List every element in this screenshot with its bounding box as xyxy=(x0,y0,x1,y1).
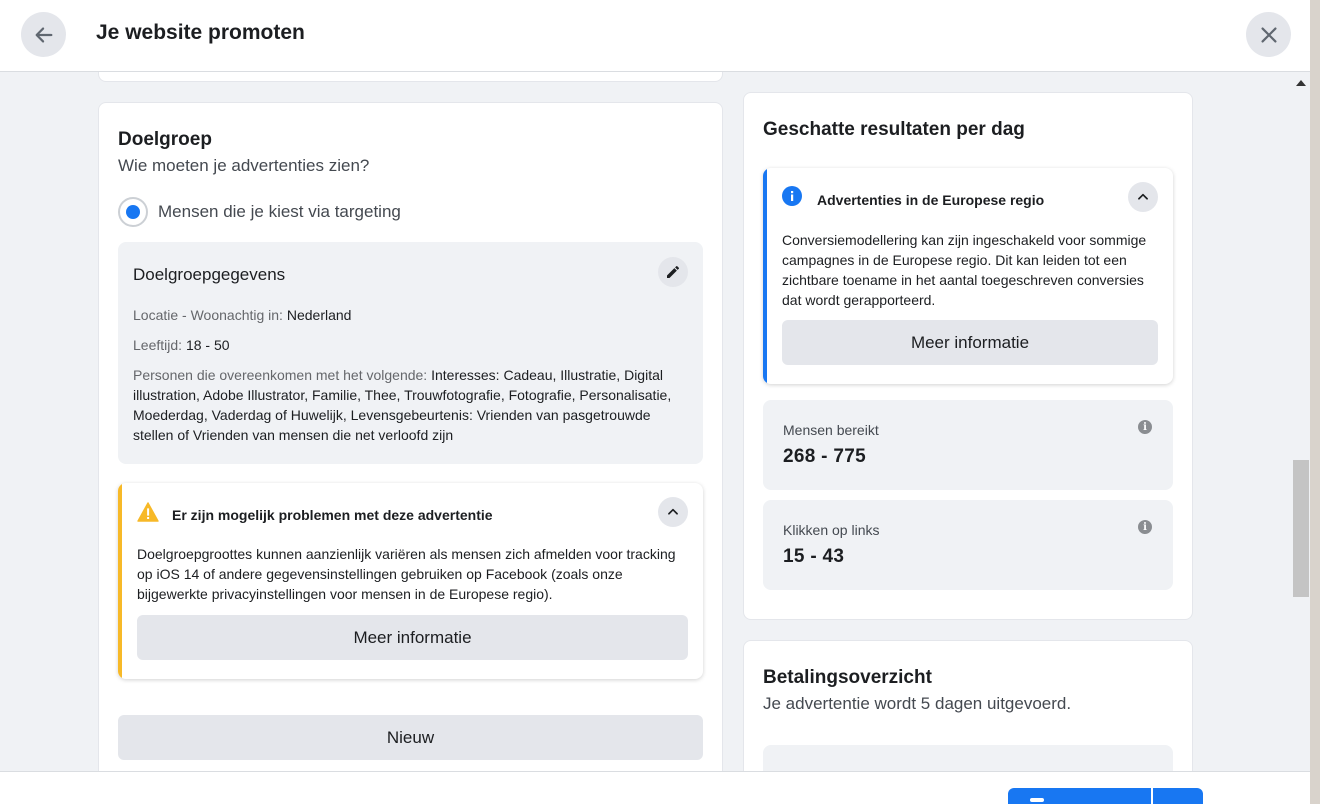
targeting-radio[interactable] xyxy=(118,197,148,227)
ad-warning-notice: Er zijn mogelijk problemen met deze adve… xyxy=(118,483,703,679)
collapse-warning-button[interactable] xyxy=(658,497,688,527)
payment-subtitle: Je advertentie wordt 5 dagen uitgevoerd. xyxy=(763,694,1072,713)
warning-title: Er zijn mogelijk problemen met deze adve… xyxy=(172,507,493,523)
dialog-header: Je website promoten xyxy=(0,0,1310,72)
info-title: Advertenties in de Europese regio xyxy=(817,192,1045,208)
button-label-peek xyxy=(1030,798,1044,802)
scroll-up-arrow[interactable] xyxy=(1296,80,1306,86)
back-button[interactable] xyxy=(21,12,66,57)
promote-options-button[interactable] xyxy=(1153,788,1203,804)
background-window-edge xyxy=(1310,0,1320,804)
people-reached-box: Mensen bereikt 268 - 775 i xyxy=(763,400,1173,490)
link-clicks-box: Klikken op links 15 - 43 i xyxy=(763,500,1173,590)
info-icon[interactable]: i xyxy=(1138,420,1152,434)
audience-question: Wie moeten je advertenties zien? xyxy=(118,156,370,175)
chevron-up-icon xyxy=(1138,193,1148,200)
warning-text: Doelgroepgroottes kunnen aanzienlijk var… xyxy=(137,546,676,602)
link-clicks-value: 15 - 43 xyxy=(783,546,845,567)
age-value: 18 - 50 xyxy=(185,337,230,353)
warning-icon xyxy=(137,502,159,522)
targeting-option[interactable]: Mensen die je kiest via targeting xyxy=(118,197,401,227)
new-audience-button[interactable]: Nieuw xyxy=(118,715,703,760)
link-clicks-label: Klikken op links xyxy=(783,522,880,538)
arrow-left-icon xyxy=(35,26,52,43)
age-label: Leeftijd: xyxy=(133,337,183,353)
results-title: Geschatte resultaten per dag xyxy=(763,119,1025,140)
audience-details-title: Doelgroepgegevens xyxy=(133,265,286,284)
location-value: Nederland xyxy=(286,307,352,323)
radio-selected-dot xyxy=(126,205,140,219)
info-icon[interactable]: i xyxy=(1138,520,1152,534)
audience-details-box: Doelgroepgegevens Locatie - Woonachtig i… xyxy=(118,242,703,464)
close-button[interactable] xyxy=(1246,12,1291,57)
people-reached-value: 268 - 775 xyxy=(783,446,866,467)
age-line: Leeftijd: 18 - 50 xyxy=(133,335,693,355)
info-more-info-button[interactable]: Meer informatie xyxy=(782,320,1158,365)
edit-audience-button[interactable] xyxy=(658,257,688,287)
interests-label: Personen die overeenkomen met het volgen… xyxy=(133,367,428,383)
chevron-up-icon xyxy=(668,508,678,515)
scrollbar-thumb[interactable] xyxy=(1293,460,1309,597)
location-line: Locatie - Woonachtig in: Nederland xyxy=(133,305,693,325)
audience-title: Doelgroep xyxy=(118,129,212,150)
dialog-title: Je website promoten xyxy=(96,21,305,44)
promote-website-dialog: Je website promoten Doelgroep Wie moeten… xyxy=(0,0,1310,804)
warning-more-info-button[interactable]: Meer informatie xyxy=(137,615,688,660)
close-icon xyxy=(1260,26,1277,43)
location-label: Locatie - Woonachtig in: xyxy=(133,307,283,323)
targeting-option-label: Mensen die je kiest via targeting xyxy=(158,202,401,221)
scrollbar[interactable] xyxy=(1292,73,1310,771)
info-icon xyxy=(782,186,802,206)
interests-line: Personen die overeenkomen met het volgen… xyxy=(133,365,693,445)
info-text: Conversiemodellering kan zijn ingeschake… xyxy=(782,232,1147,308)
people-reached-label: Mensen bereikt xyxy=(783,422,879,438)
warning-accent-bar xyxy=(118,483,122,679)
promote-now-button[interactable] xyxy=(1008,788,1151,804)
collapse-info-button[interactable] xyxy=(1128,182,1158,212)
eu-info-notice: Advertenties in de Europese regio Conver… xyxy=(763,168,1173,384)
dialog-footer xyxy=(0,771,1310,804)
pencil-icon xyxy=(667,265,680,278)
info-accent-bar xyxy=(763,168,767,384)
payment-title: Betalingsoverzicht xyxy=(763,667,932,688)
